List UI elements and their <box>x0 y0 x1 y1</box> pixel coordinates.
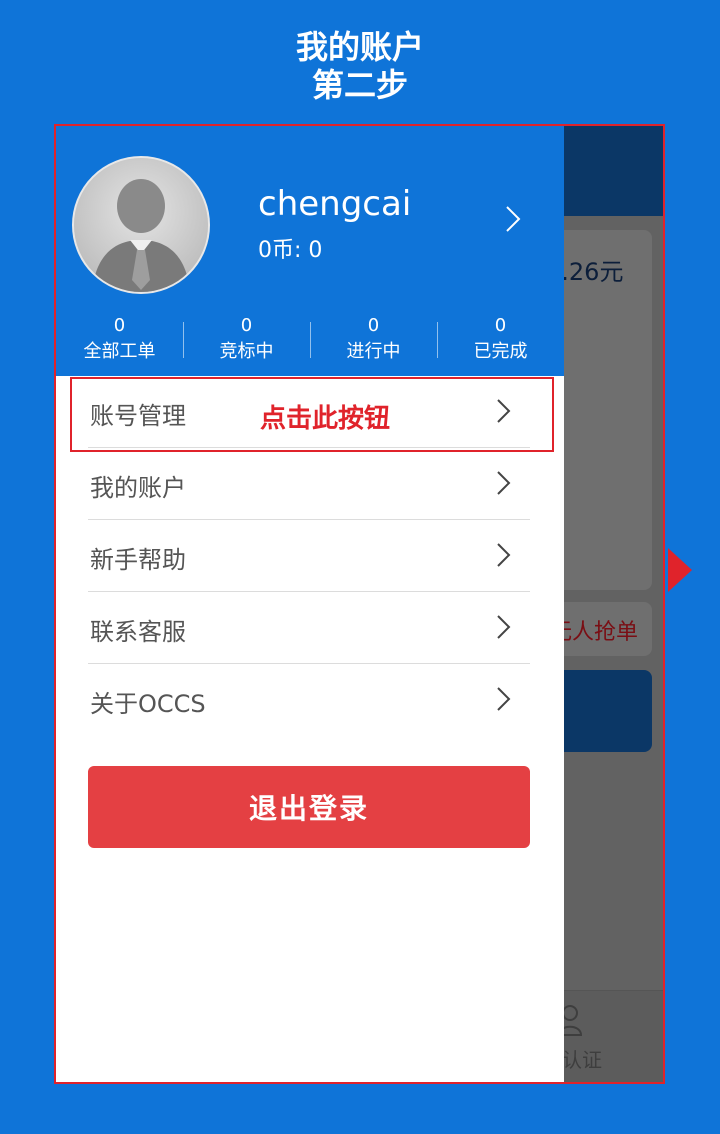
chevron-right-icon[interactable] <box>504 204 522 238</box>
stat-label: 进行中 <box>346 341 401 362</box>
instruction-step: 第二步 <box>311 66 408 104</box>
phone-screen: 3.26元 无人抢单 认证 chengcai 0币: 0 0 全部工单 0 竞标… <box>54 124 665 1084</box>
annotation-hint: 点击此按钮 <box>260 404 391 434</box>
coin-balance: 0币: 0 <box>258 238 323 263</box>
chevron-right-icon <box>496 614 512 644</box>
menu-item-label: 关于OCCS <box>90 690 206 718</box>
stat-in-progress[interactable]: 0 进行中 <box>310 314 437 370</box>
menu-item-about[interactable]: 关于OCCS <box>88 664 530 735</box>
stat-count: 0 <box>494 315 507 336</box>
instruction-header: 我的账户 第二步 <box>0 28 720 104</box>
side-drawer: chengcai 0币: 0 0 全部工单 0 竞标中 0 进行中 0 已完成 … <box>56 126 564 1082</box>
annotation-arrow-icon <box>668 548 692 592</box>
stat-label: 全部工单 <box>83 341 156 362</box>
stat-label: 竞标中 <box>219 341 274 362</box>
menu-item-label: 我的账户 <box>90 474 186 502</box>
stat-all-orders[interactable]: 0 全部工单 <box>56 314 183 370</box>
menu-item-label: 新手帮助 <box>90 546 186 574</box>
username: chengcai <box>258 184 412 224</box>
stat-count: 0 <box>113 315 126 336</box>
background-tab-cert: 认证 <box>562 1048 602 1072</box>
instruction-title: 我的账户 <box>295 28 424 66</box>
stat-count: 0 <box>240 315 253 336</box>
menu-item-my-account[interactable]: 我的账户 <box>88 448 530 520</box>
user-avatar-icon <box>74 158 208 292</box>
stat-completed[interactable]: 0 已完成 <box>437 314 564 370</box>
stat-count: 0 <box>367 315 380 336</box>
chevron-right-icon <box>496 542 512 572</box>
avatar[interactable] <box>72 156 210 294</box>
profile-header[interactable]: chengcai 0币: 0 0 全部工单 0 竞标中 0 进行中 0 已完成 <box>56 126 564 376</box>
chevron-right-icon <box>496 470 512 500</box>
menu-item-label: 联系客服 <box>90 618 186 646</box>
stat-bidding[interactable]: 0 竞标中 <box>183 314 310 370</box>
order-stats: 0 全部工单 0 竞标中 0 进行中 0 已完成 <box>56 314 564 370</box>
chevron-right-icon <box>496 686 512 716</box>
menu-item-beginner-help[interactable]: 新手帮助 <box>88 520 530 592</box>
menu-item-contact-support[interactable]: 联系客服 <box>88 592 530 664</box>
logout-button[interactable]: 退出登录 <box>88 766 530 848</box>
stat-label: 已完成 <box>473 341 528 362</box>
